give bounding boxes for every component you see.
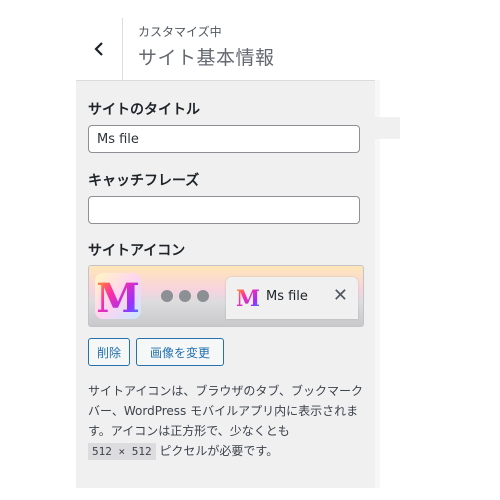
svg-text:M: M bbox=[237, 286, 259, 309]
site-icon-preview: M M Ms file ✕ bbox=[88, 265, 364, 327]
tagline-input[interactable] bbox=[88, 196, 360, 224]
scroll-strip bbox=[375, 117, 400, 139]
favicon-m-icon: M bbox=[237, 286, 259, 309]
site-title-input[interactable] bbox=[88, 125, 360, 153]
tab-favicon: M bbox=[236, 285, 260, 309]
dot bbox=[161, 290, 173, 302]
tagline-label: キャッチフレーズ bbox=[88, 173, 200, 189]
header-subtitle: カスタマイズ中 bbox=[138, 25, 222, 39]
site-icon-image: M bbox=[95, 273, 141, 319]
customizer-panel: カスタマイズ中 サイト基本情報 サイトのタイトル キャッチフレーズ サイトアイコ… bbox=[76, 18, 375, 488]
close-icon: ✕ bbox=[332, 285, 348, 306]
panel-header: カスタマイズ中 サイト基本情報 bbox=[76, 18, 375, 81]
description-text: サイトアイコンは、ブラウザのタブ、ブックマークバー、WordPress モバイル… bbox=[88, 384, 364, 438]
site-title-label: サイトのタイトル bbox=[88, 102, 200, 118]
dot bbox=[179, 290, 191, 302]
site-icon-label: サイトアイコン bbox=[88, 243, 186, 259]
size-code: 512 × 512 bbox=[88, 443, 156, 460]
browser-tab-preview: M Ms file ✕ bbox=[226, 277, 358, 319]
remove-icon-button[interactable]: 削除 bbox=[88, 338, 130, 366]
site-icon-description: サイトアイコンは、ブラウザのタブ、ブックマークバー、WordPress モバイル… bbox=[88, 381, 364, 462]
svg-text:M: M bbox=[98, 275, 138, 318]
tab-title: Ms file bbox=[266, 289, 308, 304]
chevron-left-icon bbox=[94, 42, 103, 56]
change-image-button[interactable]: 画像を変更 bbox=[136, 338, 224, 366]
section-title: サイト基本情報 bbox=[138, 47, 275, 69]
description-text-end: ピクセルが必要です。 bbox=[155, 444, 279, 458]
browser-dots bbox=[161, 290, 209, 302]
m-logo-icon: M bbox=[98, 275, 138, 318]
dot bbox=[197, 290, 209, 302]
back-button[interactable] bbox=[76, 18, 123, 80]
